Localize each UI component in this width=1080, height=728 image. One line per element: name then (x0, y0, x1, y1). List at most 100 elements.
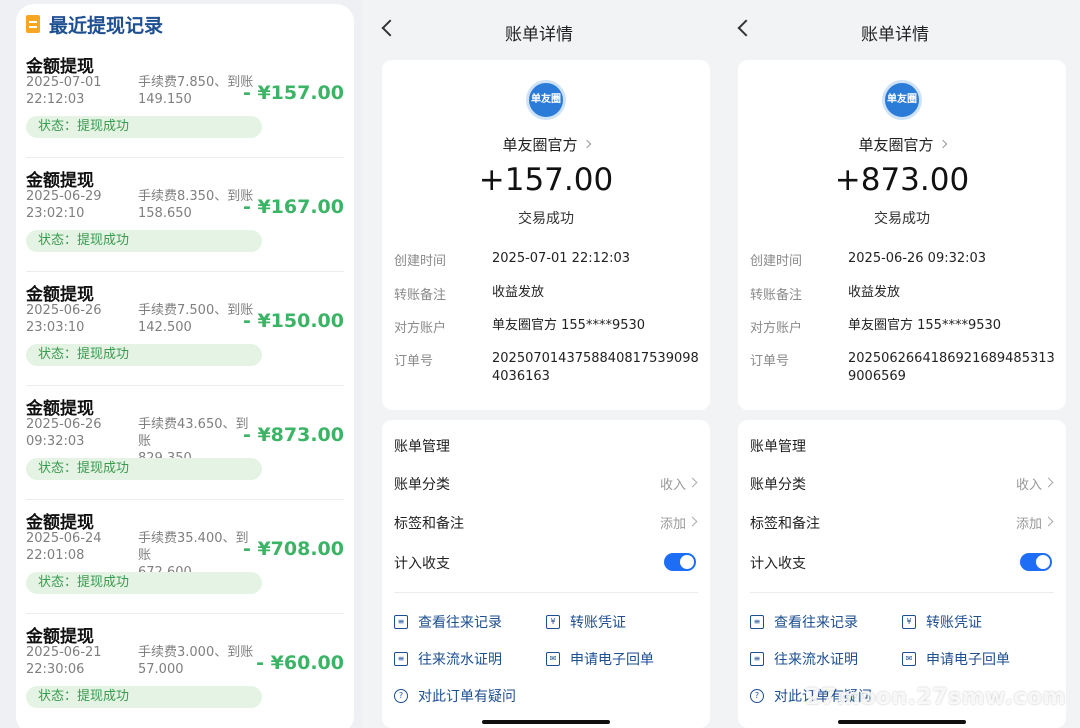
mail-icon: ✉ (902, 652, 916, 666)
record-fee-text: 手续费7.850、到账 (138, 75, 254, 90)
status-badge: 状态：提现成功 (26, 230, 262, 252)
record-fee: 手续费3.000、到账 57.000 (138, 644, 258, 678)
record-datetime: 2025-07-01 22:12:03 (26, 74, 102, 108)
e-receipt-button[interactable]: ✉ 申请电子回单 (902, 649, 1010, 669)
record-item[interactable]: 金额提现 2025-06-2422:01:08 手续费35.400、到账672.… (16, 500, 354, 614)
bill-detail-screen: 账单详情 单友圈 单友圈官方 +157.00 交易成功 创建时间 2025-07… (362, 0, 716, 728)
record-received: 57.000 (138, 662, 184, 677)
record-date: 2025-06-26 (26, 303, 102, 318)
record-item[interactable]: 金额提现 2025-06-26 23:03:10 手续费7.500、到账 142.5… (16, 272, 354, 386)
count-in-balance-toggle[interactable] (1020, 553, 1052, 571)
action-label: 往来流水证明 (774, 652, 858, 668)
payee-name-link[interactable]: 单友圈官方 (738, 134, 1066, 155)
order-number-value: 20250626641869216894853139006569 (848, 351, 1055, 384)
help-icon: ? (750, 689, 764, 703)
payee-name: 单友圈官方 (502, 136, 578, 154)
record-time: 09:32:03 (26, 434, 85, 449)
record-fee: 手续费7.850、到账 149.150 (138, 74, 258, 108)
bill-category-label[interactable]: 账单分类 (750, 474, 806, 494)
home-indicator (838, 720, 966, 724)
record-datetime: 2025-06-21 22:30:06 (26, 644, 102, 678)
record-time: 22:01:08 (26, 548, 85, 563)
transaction-summary-card: 单友圈 单友圈官方 +157.00 交易成功 创建时间 2025-07-01 2… (382, 60, 710, 410)
record-fee-text: 手续费35.400、到账 (138, 531, 249, 563)
order-question-button[interactable]: ? 对此订单有疑问 (394, 686, 516, 706)
transfer-note-label: 转账备注 (750, 288, 803, 303)
counterparty-label: 对方账户 (394, 321, 447, 336)
nav-bar: 账单详情 (362, 0, 716, 60)
divider (394, 592, 698, 593)
chevron-right-icon (687, 516, 698, 527)
action-label: 查看往来记录 (418, 615, 502, 631)
statement-proof-button[interactable]: ≡ 往来流水证明 (750, 649, 858, 669)
count-in-balance-toggle[interactable] (664, 553, 696, 571)
action-label: 转账凭证 (926, 615, 982, 631)
view-history-button[interactable]: ≡ 查看往来记录 (750, 612, 858, 632)
transaction-status: 交易成功 (874, 211, 930, 227)
status-badge: 状态：提现成功 (26, 116, 262, 138)
record-received: 149.150 (138, 92, 192, 107)
count-in-balance-label: 计入收支 (750, 556, 806, 572)
section-title: 账单管理 (394, 439, 450, 455)
order-number-value: 20250701437588408175390984036163 (492, 351, 699, 384)
record-item[interactable]: 金额提现 2025-07-01 22:12:03 手续费7.850、到账 149.1… (16, 44, 354, 158)
action-label: 对此订单有疑问 (418, 689, 516, 705)
counterparty-value: 单友圈官方 155****9530 (492, 318, 646, 333)
page-title: 账单详情 (505, 25, 573, 45)
record-time: 23:03:10 (26, 320, 85, 335)
created-time-value: 2025-06-26 09:32:03 (848, 251, 987, 266)
records-title: 最近提现记录 (49, 14, 164, 37)
record-datetime: 2025-06-29 23:02:10 (26, 188, 102, 222)
record-item[interactable]: 金额提现 2025-06-29 23:02:10 手续费8.350、到账 158.6… (16, 158, 354, 272)
bill-category-value[interactable]: 收入 (660, 474, 686, 493)
record-item[interactable]: 金额提现 2025-06-2609:32:03 手续费43.650、到账829.… (16, 386, 354, 500)
counterparty-value: 单友圈官方 155****9530 (848, 318, 1002, 333)
order-number-label: 订单号 (394, 354, 434, 369)
withdrawal-records-card: 最近提现记录 金额提现 2025-07-01 22:12:03 手续费7.850、… (16, 4, 354, 728)
record-time: 22:12:03 (26, 92, 85, 107)
chevron-right-icon (1043, 477, 1054, 488)
yen-icon: ¥ (546, 615, 560, 629)
action-label: 转账凭证 (570, 615, 626, 631)
record-fee-text: 手续费8.350、到账 (138, 189, 254, 204)
chevron-right-icon (582, 139, 591, 148)
record-fee-text: 手续费3.000、到账 (138, 645, 254, 660)
chevron-right-icon (687, 477, 698, 488)
record-amount: - ¥873.00 (242, 424, 344, 446)
tag-note-value[interactable]: 添加 (1016, 513, 1042, 532)
record-received: 142.500 (138, 320, 192, 335)
counterparty-label: 对方账户 (750, 321, 803, 336)
record-datetime: 2025-06-26 09:32:03 (26, 416, 102, 450)
view-history-button[interactable]: ≡ 查看往来记录 (394, 612, 502, 632)
withdrawal-records-screen: 最近提现记录 金额提现 2025-07-01 22:12:03 手续费7.850、… (0, 0, 362, 728)
merchant-logo: 单友圈 (882, 80, 922, 120)
e-receipt-button[interactable]: ✉ 申请电子回单 (546, 649, 654, 669)
list-icon: ≡ (394, 615, 408, 629)
record-fee: 手续费8.350、到账 158.650 (138, 188, 258, 222)
transaction-amount: +157.00 (478, 162, 614, 198)
transfer-voucher-button[interactable]: ¥ 转账凭证 (546, 612, 626, 632)
record-date: 2025-06-21 (26, 645, 102, 660)
records-header: 最近提现记录 (16, 4, 354, 44)
payee-name-link[interactable]: 单友圈官方 (382, 134, 710, 155)
tag-note-label[interactable]: 标签和备注 (394, 513, 464, 533)
bill-category-value[interactable]: 收入 (1016, 474, 1042, 493)
statement-proof-button[interactable]: ≡ 往来流水证明 (394, 649, 502, 669)
action-label: 查看往来记录 (774, 615, 858, 631)
home-indicator (482, 720, 610, 724)
record-date: 2025-07-01 (26, 75, 102, 90)
record-item[interactable]: 金额提现 2025-06-21 22:30:06 手续费3.000、到账 57.00… (16, 614, 354, 728)
bill-category-label[interactable]: 账单分类 (394, 474, 450, 494)
transaction-amount: +873.00 (834, 162, 970, 198)
record-date: 2025-06-24 (26, 531, 102, 546)
status-badge: 状态：提现成功 (26, 686, 262, 708)
transfer-voucher-button[interactable]: ¥ 转账凭证 (902, 612, 982, 632)
action-label: 往来流水证明 (418, 652, 502, 668)
record-amount: - ¥157.00 (242, 82, 344, 104)
tag-note-value[interactable]: 添加 (660, 513, 686, 532)
tag-note-label[interactable]: 标签和备注 (750, 513, 820, 533)
created-time-label: 创建时间 (394, 254, 447, 269)
document-icon (26, 15, 40, 33)
transfer-note-value: 收益发放 (492, 285, 545, 300)
divider (750, 592, 1054, 593)
